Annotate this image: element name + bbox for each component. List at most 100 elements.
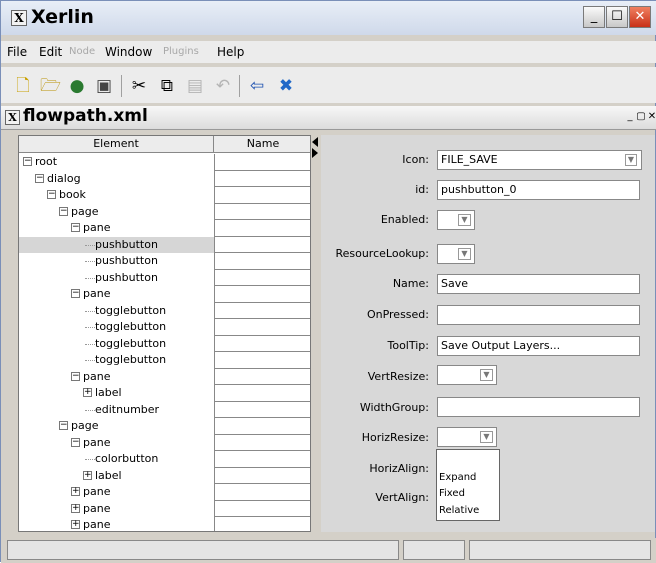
tree-name-cell[interactable]	[214, 220, 310, 237]
new-document-icon[interactable]: 🗋	[13, 76, 33, 96]
tree-name-cell[interactable]	[214, 451, 310, 468]
tree-name-cell[interactable]	[214, 500, 310, 517]
tree-row[interactable]: colorbutton	[19, 451, 310, 468]
collapse-node-icon[interactable]: −	[71, 437, 80, 447]
expand-node-icon[interactable]: +	[71, 487, 80, 496]
cut-icon[interactable]: ✂	[129, 76, 149, 96]
tree-name-cell[interactable]	[214, 385, 310, 402]
collapse-node-icon[interactable]: −	[59, 206, 68, 216]
on-pressed-field[interactable]	[437, 305, 640, 325]
chevron-down-icon[interactable]: ▼	[625, 154, 637, 166]
tree-row[interactable]: + pane	[19, 484, 310, 501]
collapse-node-icon[interactable]: −	[71, 371, 80, 381]
tree-row[interactable]: − book	[19, 187, 310, 204]
tooltip-field[interactable]: Save Output Layers...	[437, 336, 640, 356]
title-bar[interactable]: X Xerlin _ ☐ ✕	[1, 1, 656, 35]
undo-icon[interactable]: ↶	[213, 76, 233, 96]
vert-resize-select[interactable]: ▼	[437, 365, 497, 385]
tree-row[interactable]: pushbutton	[19, 269, 310, 286]
menu-node[interactable]: Node	[69, 46, 95, 57]
dropdown-option-empty[interactable]	[439, 452, 497, 465]
element-tree[interactable]: Element Name − root − dialog − book − page − pane…	[18, 135, 311, 532]
tree-row[interactable]: togglebutton	[19, 352, 310, 369]
tree-name-cell[interactable]	[214, 352, 310, 369]
tree-row[interactable]: pushbutton	[19, 253, 310, 270]
menu-plugins[interactable]: Plugins	[163, 46, 199, 57]
enabled-select[interactable]: ▼	[437, 210, 475, 230]
collapse-node-icon[interactable]: −	[71, 289, 80, 298]
chevron-down-icon[interactable]: ▼	[458, 248, 471, 260]
tree-name-cell[interactable]	[214, 253, 310, 270]
menu-help[interactable]: Help	[217, 45, 244, 59]
open-folder-icon[interactable]: 🗁	[40, 76, 61, 96]
tree-name-cell[interactable]	[214, 484, 310, 501]
tree-row[interactable]: − pane	[19, 286, 310, 303]
chevron-down-icon[interactable]: ▼	[458, 214, 471, 226]
resource-lookup-select[interactable]: ▼	[437, 244, 475, 264]
dropdown-option-expand[interactable]: Expand	[439, 471, 476, 484]
expand-node-icon[interactable]: +	[71, 520, 80, 529]
doc-close-button[interactable]: ✕	[647, 111, 656, 123]
column-header-element[interactable]: Element	[19, 136, 214, 153]
back-arrow-icon[interactable]: ⇦	[247, 76, 267, 96]
horiz-resize-dropdown-list[interactable]: Expand Fixed Relative	[436, 449, 500, 521]
tree-name-cell[interactable]	[214, 517, 310, 531]
width-group-field[interactable]	[437, 397, 640, 417]
expand-node-icon[interactable]: +	[83, 388, 92, 397]
tree-name-cell[interactable]	[214, 418, 310, 435]
icon-select[interactable]: FILE_SAVE ▼	[437, 150, 642, 170]
tree-row[interactable]: − pane	[19, 434, 310, 451]
tree-name-cell[interactable]	[214, 335, 310, 352]
tree-row[interactable]: − pane	[19, 220, 310, 237]
dropdown-option-fixed[interactable]: Fixed	[439, 487, 465, 500]
tree-row[interactable]: − pane	[19, 368, 310, 385]
doc-maximize-button[interactable]: ▢	[636, 111, 646, 123]
tree-row[interactable]: + pane	[19, 517, 310, 531]
collapse-node-icon[interactable]: −	[35, 173, 44, 183]
save-icon[interactable]: ▣	[94, 76, 114, 96]
tree-name-cell[interactable]	[214, 434, 310, 451]
collapse-node-icon[interactable]: −	[47, 190, 56, 199]
splitter-handle[interactable]	[311, 135, 320, 532]
menu-edit[interactable]: Edit	[39, 45, 62, 59]
horiz-resize-select[interactable]: ▼	[437, 427, 497, 447]
name-field[interactable]: Save	[437, 274, 640, 294]
column-header-name[interactable]: Name	[214, 136, 310, 153]
tree-row[interactable]: togglebutton	[19, 319, 310, 336]
collapse-node-icon[interactable]: −	[23, 157, 32, 166]
tree-name-cell[interactable]	[214, 236, 310, 253]
collapse-node-icon[interactable]: −	[71, 223, 80, 232]
tree-row[interactable]: + label	[19, 385, 310, 402]
tree-row[interactable]: togglebutton	[19, 335, 310, 352]
tree-row[interactable]: togglebutton	[19, 302, 310, 319]
tree-name-cell[interactable]	[214, 187, 310, 204]
minimize-button[interactable]: _	[583, 6, 605, 28]
tree-name-cell[interactable]	[214, 467, 310, 484]
collapse-right-icon[interactable]	[312, 148, 318, 158]
tree-row[interactable]: − page	[19, 418, 310, 435]
chevron-down-icon[interactable]: ▼	[480, 369, 493, 381]
collapse-node-icon[interactable]: −	[59, 421, 68, 430]
tree-row[interactable]: − root	[19, 154, 310, 171]
copy-icon[interactable]: ⧉	[157, 76, 177, 96]
menu-window[interactable]: Window	[105, 45, 152, 59]
paste-icon[interactable]: ▤	[185, 76, 205, 96]
doc-minimize-button[interactable]: _	[625, 111, 635, 123]
id-field[interactable]: pushbutton_0	[437, 180, 640, 200]
tree-row[interactable]: editnumber	[19, 401, 310, 418]
tree-name-cell[interactable]	[214, 203, 310, 220]
tree-row[interactable]: pushbutton	[19, 236, 310, 253]
tree-row[interactable]: + pane	[19, 500, 310, 517]
tree-name-cell[interactable]	[214, 368, 310, 385]
dropdown-option-relative[interactable]: Relative	[439, 504, 479, 517]
menu-file[interactable]: File	[7, 45, 27, 59]
close-button[interactable]: ✕	[629, 6, 651, 28]
tree-row[interactable]: − page	[19, 203, 310, 220]
collapse-left-icon[interactable]	[312, 137, 318, 147]
tree-name-cell[interactable]	[214, 401, 310, 418]
delete-x-icon[interactable]: ✖	[276, 76, 296, 96]
tree-name-cell[interactable]	[214, 269, 310, 286]
tree-row[interactable]: − dialog	[19, 170, 310, 187]
expand-node-icon[interactable]: +	[71, 503, 80, 513]
tree-name-cell[interactable]	[214, 154, 310, 171]
